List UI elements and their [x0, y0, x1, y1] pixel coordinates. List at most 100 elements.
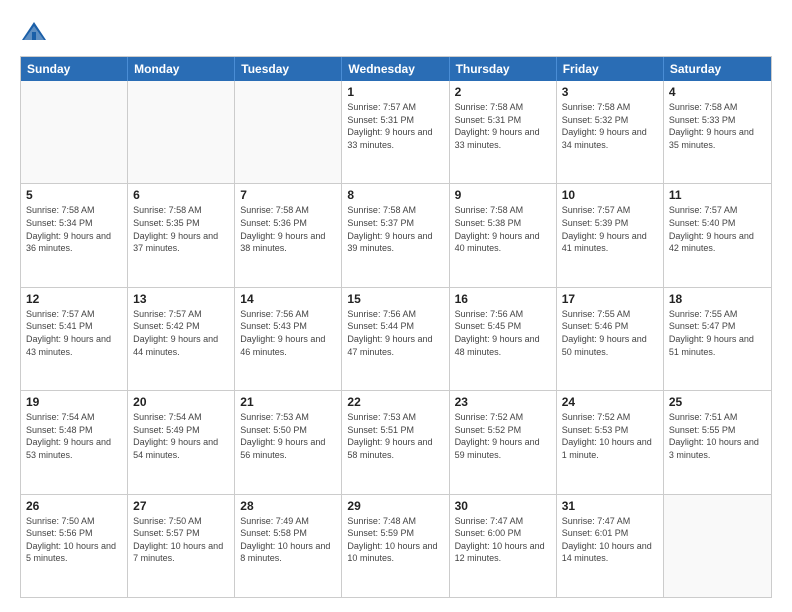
calendar-cell: 7 Sunrise: 7:58 AM Sunset: 5:36 PM Daylig… [235, 184, 342, 286]
day-info: Sunrise: 7:58 AM Sunset: 5:36 PM Dayligh… [240, 204, 336, 254]
day-number: 13 [133, 292, 229, 306]
day-number: 9 [455, 188, 551, 202]
calendar-cell: 10 Sunrise: 7:57 AM Sunset: 5:39 PM Dayli… [557, 184, 664, 286]
weekday-header: Tuesday [235, 57, 342, 81]
calendar-row: 19 Sunrise: 7:54 AM Sunset: 5:48 PM Dayli… [21, 390, 771, 493]
calendar-cell: 29Sunrise: 7:48 AM Sunset: 5:59 PM Dayli… [342, 495, 449, 597]
weekday-header: Thursday [450, 57, 557, 81]
page-header [20, 18, 772, 46]
calendar-cell: 30Sunrise: 7:47 AM Sunset: 6:00 PM Dayli… [450, 495, 557, 597]
day-number: 12 [26, 292, 122, 306]
day-info: Sunrise: 7:53 AM Sunset: 5:50 PM Dayligh… [240, 411, 336, 461]
calendar-cell: 13 Sunrise: 7:57 AM Sunset: 5:42 PM Dayli… [128, 288, 235, 390]
calendar-cell: 20 Sunrise: 7:54 AM Sunset: 5:49 PM Dayli… [128, 391, 235, 493]
day-number: 3 [562, 85, 658, 99]
calendar-cell: 12 Sunrise: 7:57 AM Sunset: 5:41 PM Dayli… [21, 288, 128, 390]
calendar-cell [21, 81, 128, 183]
calendar-cell: 2 Sunrise: 7:58 AM Sunset: 5:31 PM Daylig… [450, 81, 557, 183]
day-info: Sunrise: 7:53 AM Sunset: 5:51 PM Dayligh… [347, 411, 443, 461]
day-info: Sunrise: 7:56 AM Sunset: 5:44 PM Dayligh… [347, 308, 443, 358]
day-number: 7 [240, 188, 336, 202]
calendar-body: 1 Sunrise: 7:57 AM Sunset: 5:31 PM Daylig… [21, 81, 771, 597]
calendar-cell: 14 Sunrise: 7:56 AM Sunset: 5:43 PM Dayli… [235, 288, 342, 390]
calendar-cell [128, 81, 235, 183]
day-info: Sunrise: 7:58 AM Sunset: 5:34 PM Dayligh… [26, 204, 122, 254]
day-info: Sunrise: 7:57 AM Sunset: 5:31 PM Dayligh… [347, 101, 443, 151]
calendar-cell: 31Sunrise: 7:47 AM Sunset: 6:01 PM Dayli… [557, 495, 664, 597]
day-info: Sunrise: 7:52 AM Sunset: 5:52 PM Dayligh… [455, 411, 551, 461]
day-number: 20 [133, 395, 229, 409]
day-number: 5 [26, 188, 122, 202]
day-number: 21 [240, 395, 336, 409]
day-number: 29 [347, 499, 443, 513]
weekday-header: Saturday [664, 57, 771, 81]
day-number: 27 [133, 499, 229, 513]
day-info: Sunrise: 7:57 AM Sunset: 5:39 PM Dayligh… [562, 204, 658, 254]
calendar-row: 1 Sunrise: 7:57 AM Sunset: 5:31 PM Daylig… [21, 81, 771, 183]
weekday-header: Wednesday [342, 57, 449, 81]
calendar-cell: 27 Sunrise: 7:50 AM Sunset: 5:57 PM Dayli… [128, 495, 235, 597]
day-info: Sunrise: 7:58 AM Sunset: 5:33 PM Dayligh… [669, 101, 766, 151]
day-info: Sunrise: 7:57 AM Sunset: 5:41 PM Dayligh… [26, 308, 122, 358]
day-info: Sunrise: 7:58 AM Sunset: 5:31 PM Dayligh… [455, 101, 551, 151]
day-number: 14 [240, 292, 336, 306]
calendar-header: SundayMondayTuesdayWednesdayThursdayFrid… [21, 57, 771, 81]
day-info: Sunrise: 7:55 AM Sunset: 5:47 PM Dayligh… [669, 308, 766, 358]
day-number: 18 [669, 292, 766, 306]
day-number: 8 [347, 188, 443, 202]
day-number: 22 [347, 395, 443, 409]
day-number: 28 [240, 499, 336, 513]
calendar-row: 5 Sunrise: 7:58 AM Sunset: 5:34 PM Daylig… [21, 183, 771, 286]
day-info: Sunrise: 7:56 AM Sunset: 5:43 PM Dayligh… [240, 308, 336, 358]
day-info: Sunrise: 7:55 AM Sunset: 5:46 PM Dayligh… [562, 308, 658, 358]
calendar-row: 26 Sunrise: 7:50 AM Sunset: 5:56 PM Dayli… [21, 494, 771, 597]
calendar-cell: 15Sunrise: 7:56 AM Sunset: 5:44 PM Dayli… [342, 288, 449, 390]
day-info: Sunrise: 7:57 AM Sunset: 5:42 PM Dayligh… [133, 308, 229, 358]
day-number: 30 [455, 499, 551, 513]
day-number: 11 [669, 188, 766, 202]
day-number: 24 [562, 395, 658, 409]
day-number: 17 [562, 292, 658, 306]
calendar-cell [235, 81, 342, 183]
calendar-cell: 18 Sunrise: 7:55 AM Sunset: 5:47 PM Dayli… [664, 288, 771, 390]
calendar-cell: 3 Sunrise: 7:58 AM Sunset: 5:32 PM Daylig… [557, 81, 664, 183]
calendar-cell: 24Sunrise: 7:52 AM Sunset: 5:53 PM Dayli… [557, 391, 664, 493]
day-info: Sunrise: 7:54 AM Sunset: 5:49 PM Dayligh… [133, 411, 229, 461]
day-info: Sunrise: 7:58 AM Sunset: 5:32 PM Dayligh… [562, 101, 658, 151]
calendar-cell: 25Sunrise: 7:51 AM Sunset: 5:55 PM Dayli… [664, 391, 771, 493]
day-info: Sunrise: 7:58 AM Sunset: 5:38 PM Dayligh… [455, 204, 551, 254]
day-info: Sunrise: 7:58 AM Sunset: 5:35 PM Dayligh… [133, 204, 229, 254]
day-number: 26 [26, 499, 122, 513]
day-info: Sunrise: 7:50 AM Sunset: 5:57 PM Dayligh… [133, 515, 229, 565]
day-number: 31 [562, 499, 658, 513]
day-number: 1 [347, 85, 443, 99]
day-info: Sunrise: 7:50 AM Sunset: 5:56 PM Dayligh… [26, 515, 122, 565]
day-info: Sunrise: 7:54 AM Sunset: 5:48 PM Dayligh… [26, 411, 122, 461]
calendar-cell: 11Sunrise: 7:57 AM Sunset: 5:40 PM Dayli… [664, 184, 771, 286]
day-info: Sunrise: 7:51 AM Sunset: 5:55 PM Dayligh… [669, 411, 766, 461]
day-number: 2 [455, 85, 551, 99]
weekday-header: Sunday [21, 57, 128, 81]
calendar-cell: 8 Sunrise: 7:58 AM Sunset: 5:37 PM Daylig… [342, 184, 449, 286]
day-number: 4 [669, 85, 766, 99]
calendar-cell [664, 495, 771, 597]
logo [20, 18, 52, 46]
day-number: 16 [455, 292, 551, 306]
day-info: Sunrise: 7:56 AM Sunset: 5:45 PM Dayligh… [455, 308, 551, 358]
day-info: Sunrise: 7:58 AM Sunset: 5:37 PM Dayligh… [347, 204, 443, 254]
calendar-cell: 6 Sunrise: 7:58 AM Sunset: 5:35 PM Daylig… [128, 184, 235, 286]
calendar-cell: 9 Sunrise: 7:58 AM Sunset: 5:38 PM Daylig… [450, 184, 557, 286]
calendar-cell: 16 Sunrise: 7:56 AM Sunset: 5:45 PM Dayli… [450, 288, 557, 390]
logo-icon [20, 18, 48, 46]
calendar-cell: 1 Sunrise: 7:57 AM Sunset: 5:31 PM Daylig… [342, 81, 449, 183]
calendar-cell: 4 Sunrise: 7:58 AM Sunset: 5:33 PM Daylig… [664, 81, 771, 183]
calendar-cell: 23Sunrise: 7:52 AM Sunset: 5:52 PM Dayli… [450, 391, 557, 493]
day-number: 6 [133, 188, 229, 202]
weekday-header: Friday [557, 57, 664, 81]
weekday-header: Monday [128, 57, 235, 81]
day-number: 19 [26, 395, 122, 409]
calendar-cell: 26 Sunrise: 7:50 AM Sunset: 5:56 PM Dayli… [21, 495, 128, 597]
calendar-cell: 21 Sunrise: 7:53 AM Sunset: 5:50 PM Dayli… [235, 391, 342, 493]
calendar-cell: 22 Sunrise: 7:53 AM Sunset: 5:51 PM Dayli… [342, 391, 449, 493]
day-number: 10 [562, 188, 658, 202]
